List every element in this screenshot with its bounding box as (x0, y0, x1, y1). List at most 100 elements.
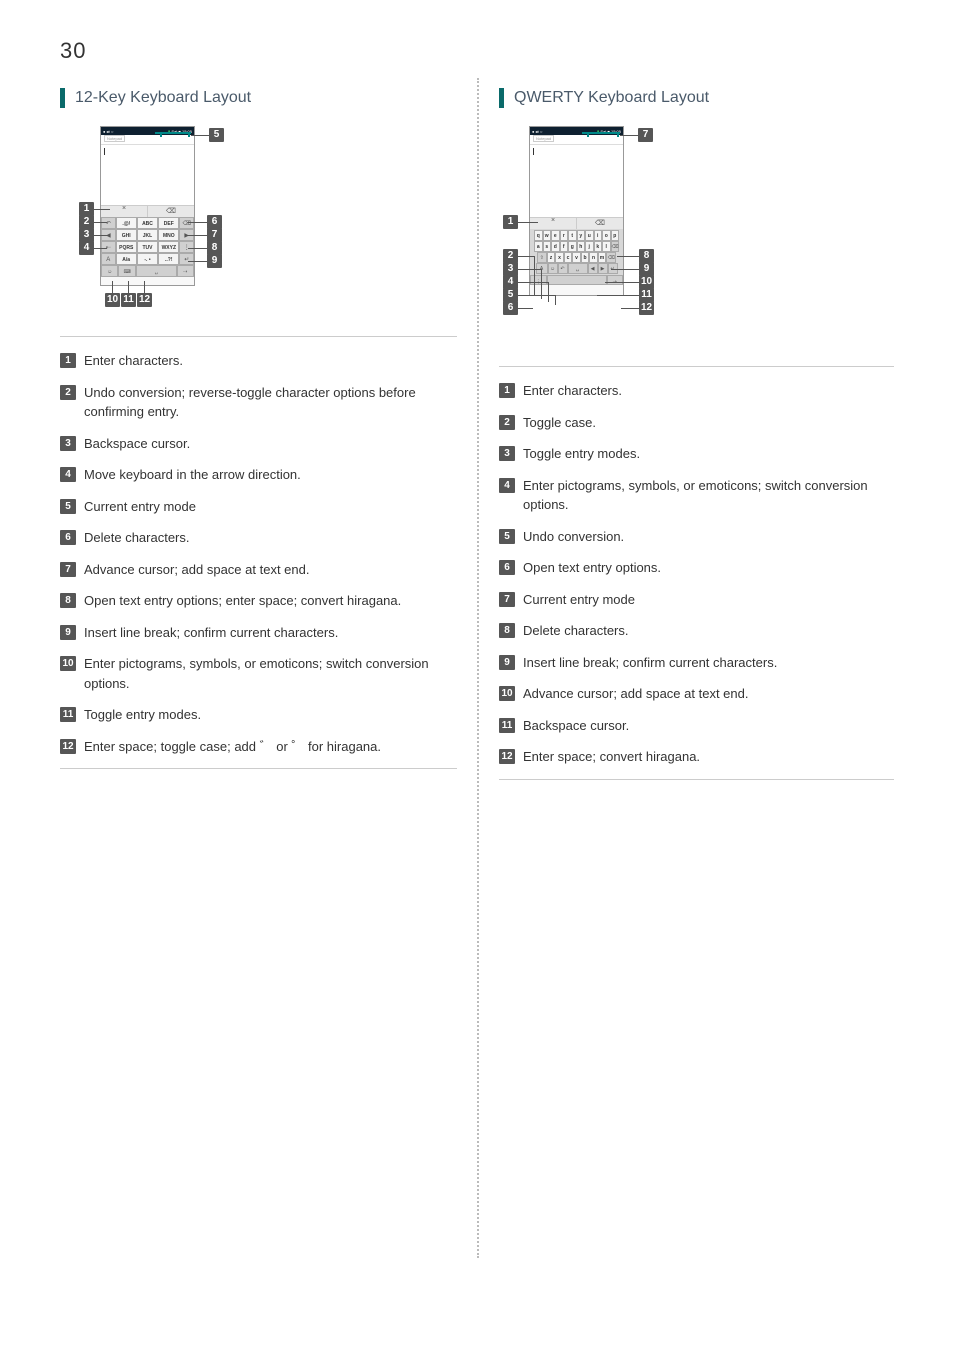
diagram-12key: ● ⇄ ○ ▮ Sat ■ 15:05 Notepad × ⌫ ↶ .@/ (60, 126, 457, 326)
callout-accent (188, 132, 190, 137)
callout-line (555, 295, 556, 305)
legend-text: Open text entry options; enter space; co… (84, 591, 457, 611)
qw-key: u (585, 230, 594, 241)
legend-item: 1Enter characters. (499, 381, 894, 401)
callout-line (94, 209, 110, 210)
kb-key: -. • (137, 253, 158, 265)
qw-key: k (594, 241, 603, 252)
callout-num: 4 (79, 241, 94, 255)
kb-key: TUV (137, 241, 158, 253)
kb-side-left: ↶ (101, 217, 116, 229)
qw-key: a (534, 241, 543, 252)
legend-num-box: 2 (60, 385, 76, 400)
text-input-area (101, 145, 194, 205)
callout-line (518, 256, 534, 257)
backspace-key: ⌫ (148, 206, 194, 217)
legend-text: Enter characters. (84, 351, 457, 371)
qw-key: q (534, 230, 543, 241)
status-icons-left: ● ⇄ ○ (532, 129, 542, 134)
legend-num-box: 6 (60, 530, 76, 545)
legend-item: 9Insert line break; confirm current char… (499, 653, 894, 673)
callout-accent (617, 132, 619, 137)
legend-12key: 1 Enter characters. 2Undo conversion; rev… (60, 351, 457, 756)
legend-num-box: 7 (60, 562, 76, 577)
kb-grid-qwerty: q w e r t y u i o p a s d (530, 229, 623, 275)
legend-num-box: 3 (60, 436, 76, 451)
qw-key: h (577, 241, 586, 252)
legend-text: Enter space; toggle case; add ゛ or ゜ for… (84, 737, 457, 757)
qw-shift: ⇧ (537, 252, 547, 263)
right-column: QWERTY Keyboard Layout ● ⇄ ○ ▮ Sat ■ 15:… (477, 78, 894, 1258)
status-icons-left: ● ⇄ ○ (103, 129, 113, 134)
kb-key: DEF (158, 217, 179, 229)
section-title-text: QWERTY Keyboard Layout (514, 89, 709, 107)
legend-text: Enter pictograms, symbols, or emoticons;… (84, 654, 457, 693)
legend-text: Current entry mode (84, 497, 457, 517)
legend-item: 2Undo conversion; reverse-toggle charact… (60, 383, 457, 422)
legend-text: Delete characters. (84, 528, 457, 548)
legend-item: 3Toggle entry modes. (499, 444, 894, 464)
kb-key: A/a (116, 253, 137, 265)
legend-num-box: 5 (60, 499, 76, 514)
callout-num: 7 (638, 128, 653, 142)
kb-opts: ⋮ (530, 275, 547, 285)
callout-line (621, 308, 639, 309)
qw-key: p (611, 230, 620, 241)
legend-item: 4Enter pictograms, symbols, or emoticons… (499, 476, 894, 515)
kb-space-bar (547, 275, 607, 285)
left-column: 12-Key Keyboard Layout ● ⇄ ○ ▮ Sat ■ 15:… (60, 78, 477, 1258)
qw-picto: ☺ (548, 263, 558, 274)
kb-picto: ☺ (101, 265, 118, 277)
kb-key: JKL (137, 229, 158, 241)
callout-line (617, 256, 639, 257)
legend-num-box: 4 (499, 478, 515, 493)
legend-num-box: 2 (499, 415, 515, 430)
qw-key: w (543, 230, 552, 241)
qw-key: v (572, 252, 581, 263)
legend-text: Open text entry options. (523, 558, 894, 578)
legend-text: Toggle case. (523, 413, 894, 433)
legend-text: Current entry mode (523, 590, 894, 610)
qw-key: n (589, 252, 598, 263)
legend-item: 3Backspace cursor. (60, 434, 457, 454)
legend-item: 11Toggle entry modes. (60, 705, 457, 725)
callout-num: 1 (503, 215, 518, 229)
qw-key: d (551, 241, 560, 252)
legend-item: 10Enter pictograms, symbols, or emoticon… (60, 654, 457, 693)
qw-key: l (602, 241, 611, 252)
callout-num: 9 (207, 254, 222, 268)
kb-side-opts: ⋮ (179, 241, 194, 253)
kb-key: WXYZ (158, 241, 179, 253)
callout-accent (160, 132, 162, 137)
app-title-bar: Notepad (101, 135, 194, 145)
legend-item: 12Enter space; convert hiragana. (499, 747, 894, 767)
legend-qwerty: 1Enter characters. 2 Toggle case. 3Toggle… (499, 381, 894, 767)
legend-num-box: 1 (60, 353, 76, 368)
phone-mock-qwerty: ● ⇄ ○ ▮ Sat ■ 15:05 Notepad × ⌫ q w (529, 126, 624, 296)
kb-mode: ⌨ (118, 265, 135, 277)
callout-line (188, 222, 207, 223)
section-title-text: 12-Key Keyboard Layout (75, 89, 251, 107)
legend-text: Toggle entry modes. (84, 705, 457, 725)
qw-row: a s d f g h j k l ⌫ (532, 241, 621, 252)
qw-right: ▶ (598, 263, 608, 274)
legend-text: Advance cursor; add space at text end. (523, 684, 894, 704)
qw-space: ␣ (568, 263, 588, 274)
legend-num-box: 8 (60, 593, 76, 608)
legend-item: 6Open text entry options. (499, 558, 894, 578)
qw-row: q w e r t y u i o p (532, 230, 621, 241)
qw-enter: ⌫ (606, 252, 616, 263)
callout-num: 3 (503, 262, 518, 276)
notepad-label: Notepad (533, 135, 554, 142)
legend-num-box: 8 (499, 623, 515, 638)
callout-line (188, 235, 207, 236)
callout-line (191, 135, 209, 136)
diagram-qwerty: ● ⇄ ○ ▮ Sat ■ 15:05 Notepad × ⌫ q w (499, 126, 894, 356)
separator (60, 336, 457, 337)
legend-text: Enter characters. (523, 381, 894, 401)
callout-line (188, 261, 207, 262)
kb-grid: ↶ .@/ ABC DEF ⌫ ◀ GHI JKL MNO ▶ ⇠ (101, 217, 194, 265)
qw-row: ⇧ z x c v b n m ⌫ (532, 252, 621, 263)
section-title-12key: 12-Key Keyboard Layout (60, 88, 457, 108)
callout-num: 8 (207, 241, 222, 255)
